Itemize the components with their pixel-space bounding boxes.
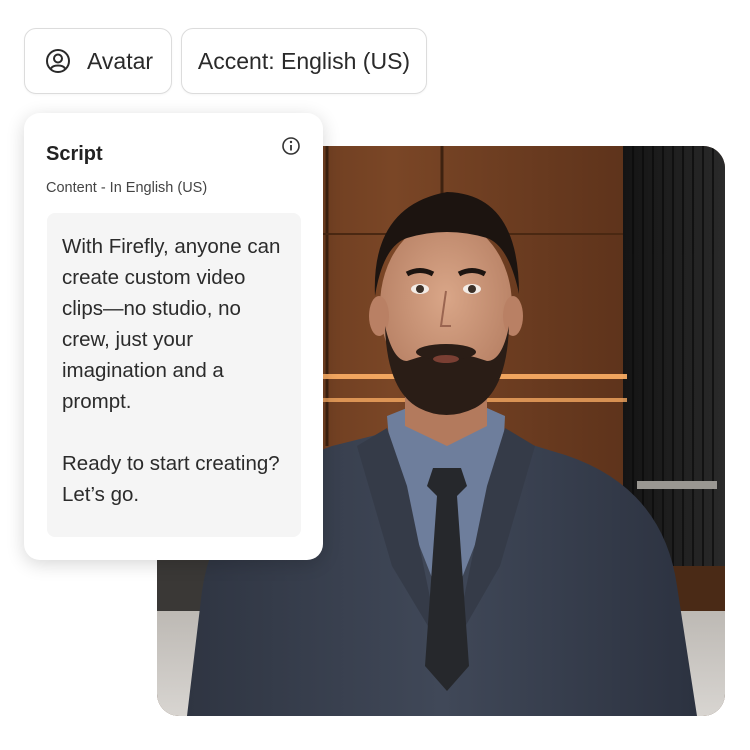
info-icon[interactable]: [281, 136, 301, 156]
script-card-subtitle: Content - In English (US): [46, 180, 208, 196]
accent-chip[interactable]: Accent: English (US): [181, 28, 427, 94]
script-card: Script Content - In English (US) With Fi…: [24, 113, 323, 560]
avatar-chip[interactable]: Avatar: [24, 28, 172, 94]
user-circle-icon: [45, 48, 71, 74]
script-text-area[interactable]: With Firefly, anyone can create custom v…: [47, 213, 301, 537]
script-card-title: Script: [46, 143, 103, 165]
avatar-chip-label: Avatar: [87, 47, 154, 74]
accent-chip-label: Accent: English (US): [197, 47, 411, 74]
